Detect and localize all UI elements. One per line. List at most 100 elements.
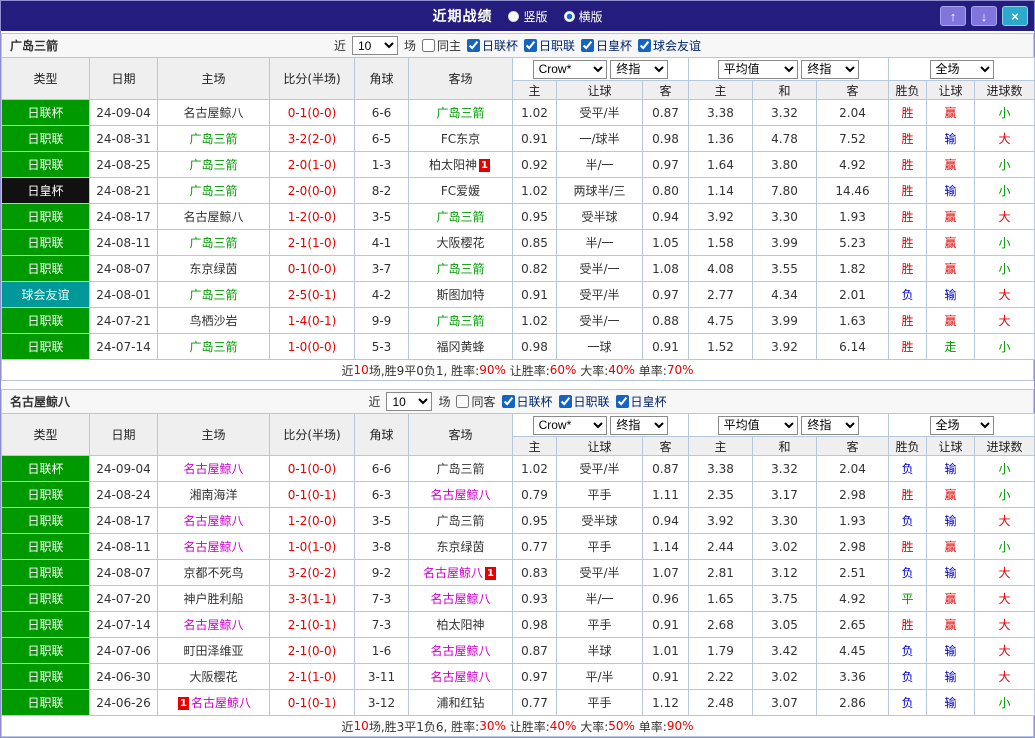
summary-segment: 40% (549, 719, 577, 733)
score-cell: 1-4(0-1) (269, 307, 355, 334)
match-row: 日职联 24-08-24 湘南海洋 0-1(0-1) 6-3 名古屋鲸八 0.7… (1, 481, 1035, 508)
league-filter-1[interactable]: 日联杯 (466, 37, 518, 54)
asian-home-odds: 0.98 (512, 333, 557, 360)
same-venue-filter[interactable]: 同主 (421, 37, 461, 54)
scope-select[interactable]: 全场 (929, 59, 994, 79)
match-row: 日职联 24-06-26 1 名古屋鲸八 0-1(0-1) 3-12 浦和红钻 0… (1, 689, 1035, 716)
summary-segment: 场,胜3平1负6, 胜率: (368, 719, 480, 734)
same-venue-filter[interactable]: 同客 (456, 393, 496, 410)
away-cell: 东京绿茵 (408, 533, 513, 560)
handicap-result-cell: 输 (926, 637, 975, 664)
away-cell: 广岛三箭 (408, 203, 513, 230)
league-filter-checkbox[interactable] (615, 395, 629, 408)
scroll-down-button[interactable]: ↓ (971, 6, 997, 26)
column-header: 比分(半场) (269, 57, 355, 100)
asian-source-select[interactable]: Crow* (532, 59, 607, 79)
match-row: 球会友谊 24-08-01 广岛三箭 2-5(0-1) 4-2 斯图加特 0.9… (1, 281, 1035, 308)
euro-away-odds: 2.01 (816, 281, 889, 308)
league-filter-label: 日联杯 (481, 39, 518, 53)
asian-home-odds: 0.85 (512, 229, 557, 256)
score-cell: 0-1(0-0) (269, 99, 355, 126)
red-card-badge: 1 (177, 697, 189, 710)
euro-source-select[interactable]: 平均值 (717, 415, 798, 435)
home-team-name: 广岛三箭 (189, 288, 238, 302)
league-type-cell: 日职联 (1, 151, 90, 178)
radio-vertical-layout[interactable]: 竖版 (508, 8, 548, 25)
date-cell: 24-06-30 (89, 663, 158, 690)
asian-time-select[interactable]: 终指 (610, 415, 669, 435)
column-subheader: 主 (512, 80, 557, 100)
league-type-cell: 日职联 (1, 333, 90, 360)
column-header: 主场 (157, 57, 270, 100)
league-filter-checkbox[interactable] (501, 395, 515, 408)
corner-cell: 3-11 (354, 663, 409, 690)
corner-cell: 4-2 (354, 281, 409, 308)
score-cell: 1-0(1-0) (269, 533, 355, 560)
euro-away-odds: 2.65 (816, 611, 889, 638)
league-filter-2[interactable]: 日职联 (558, 393, 610, 410)
radio-horizontal-layout[interactable]: 横版 (563, 8, 603, 25)
euro-away-odds: 1.93 (816, 203, 889, 230)
league-filter-2[interactable]: 日职联 (524, 37, 575, 54)
asian-source-select[interactable]: Crow* (532, 415, 607, 435)
match-count-select[interactable]: 10 (386, 392, 433, 411)
league-filter-3[interactable]: 日皇杯 (615, 393, 667, 410)
same-venue-checkbox[interactable] (456, 395, 470, 408)
corner-cell: 7-3 (354, 585, 409, 612)
scope-select[interactable]: 全场 (929, 415, 994, 435)
league-filter-checkbox[interactable] (638, 39, 652, 52)
date-cell: 24-07-14 (89, 333, 158, 360)
league-filter-3[interactable]: 日皇杯 (581, 37, 632, 54)
away-cell: 广岛三箭 (408, 455, 513, 482)
league-type-cell: 日职联 (1, 125, 90, 152)
close-button[interactable]: × (1002, 6, 1028, 26)
handicap-result-cell: 输 (926, 689, 975, 716)
scroll-up-button[interactable]: ↑ (940, 6, 966, 26)
summary-segment: 大率: (576, 719, 609, 734)
euro-draw-odds: 3.12 (752, 559, 817, 586)
same-venue-checkbox[interactable] (421, 39, 435, 52)
result-cell: 负 (888, 663, 927, 690)
league-filter-1[interactable]: 日联杯 (501, 393, 553, 410)
euro-source-select[interactable]: 平均值 (717, 59, 798, 79)
games-label: 场 (438, 395, 451, 409)
corner-cell: 3-8 (354, 533, 409, 560)
goals-result-cell: 大 (973, 507, 1035, 534)
match-count-select[interactable]: 10 (351, 36, 398, 55)
asian-away-odds: 1.14 (642, 533, 689, 560)
euro-away-odds: 4.92 (816, 151, 889, 178)
score-cell: 2-1(0-0) (269, 637, 355, 664)
asian-handicap: 一/球半 (556, 125, 643, 152)
home-cell: 名古屋鲸八 (157, 99, 270, 126)
euro-draw-odds: 3.75 (752, 585, 817, 612)
euro-away-odds: 2.98 (816, 533, 889, 560)
euro-home-odds: 3.38 (688, 99, 753, 126)
corner-cell: 6-6 (354, 99, 409, 126)
euro-home-odds: 2.68 (688, 611, 753, 638)
asian-away-odds: 0.88 (642, 307, 689, 334)
asian-handicap: 受半/一 (556, 255, 643, 282)
asian-away-odds: 0.97 (642, 281, 689, 308)
date-cell: 24-07-14 (89, 611, 158, 638)
column-subheader: 客 (816, 436, 889, 456)
home-team-name: 湘南海洋 (189, 488, 238, 502)
league-filter-checkbox[interactable] (558, 395, 572, 408)
column-subheader: 主 (688, 436, 753, 456)
away-cell: 柏太阳神 (408, 611, 513, 638)
home-team-name: 京都不死鸟 (183, 566, 244, 580)
euro-draw-odds: 3.30 (752, 203, 817, 230)
handicap-result-cell: 赢 (926, 151, 975, 178)
same-venue-label: 同主 (436, 39, 461, 53)
league-filter-checkbox[interactable] (524, 39, 537, 52)
away-team-name: 大阪樱花 (436, 236, 485, 250)
corner-cell: 7-3 (354, 611, 409, 638)
league-filter-4[interactable]: 球会友谊 (638, 37, 701, 54)
league-filter-checkbox[interactable] (581, 39, 595, 52)
euro-time-select[interactable]: 终指 (801, 59, 860, 79)
euro-away-odds: 5.23 (816, 229, 889, 256)
asian-away-odds: 0.96 (642, 585, 689, 612)
asian-time-select[interactable]: 终指 (610, 59, 669, 79)
euro-time-select[interactable]: 终指 (801, 415, 860, 435)
match-row: 日职联 24-06-30 大阪樱花 2-1(1-0) 3-11 名古屋鲸八 0.… (1, 663, 1035, 690)
league-filter-checkbox[interactable] (466, 39, 480, 52)
